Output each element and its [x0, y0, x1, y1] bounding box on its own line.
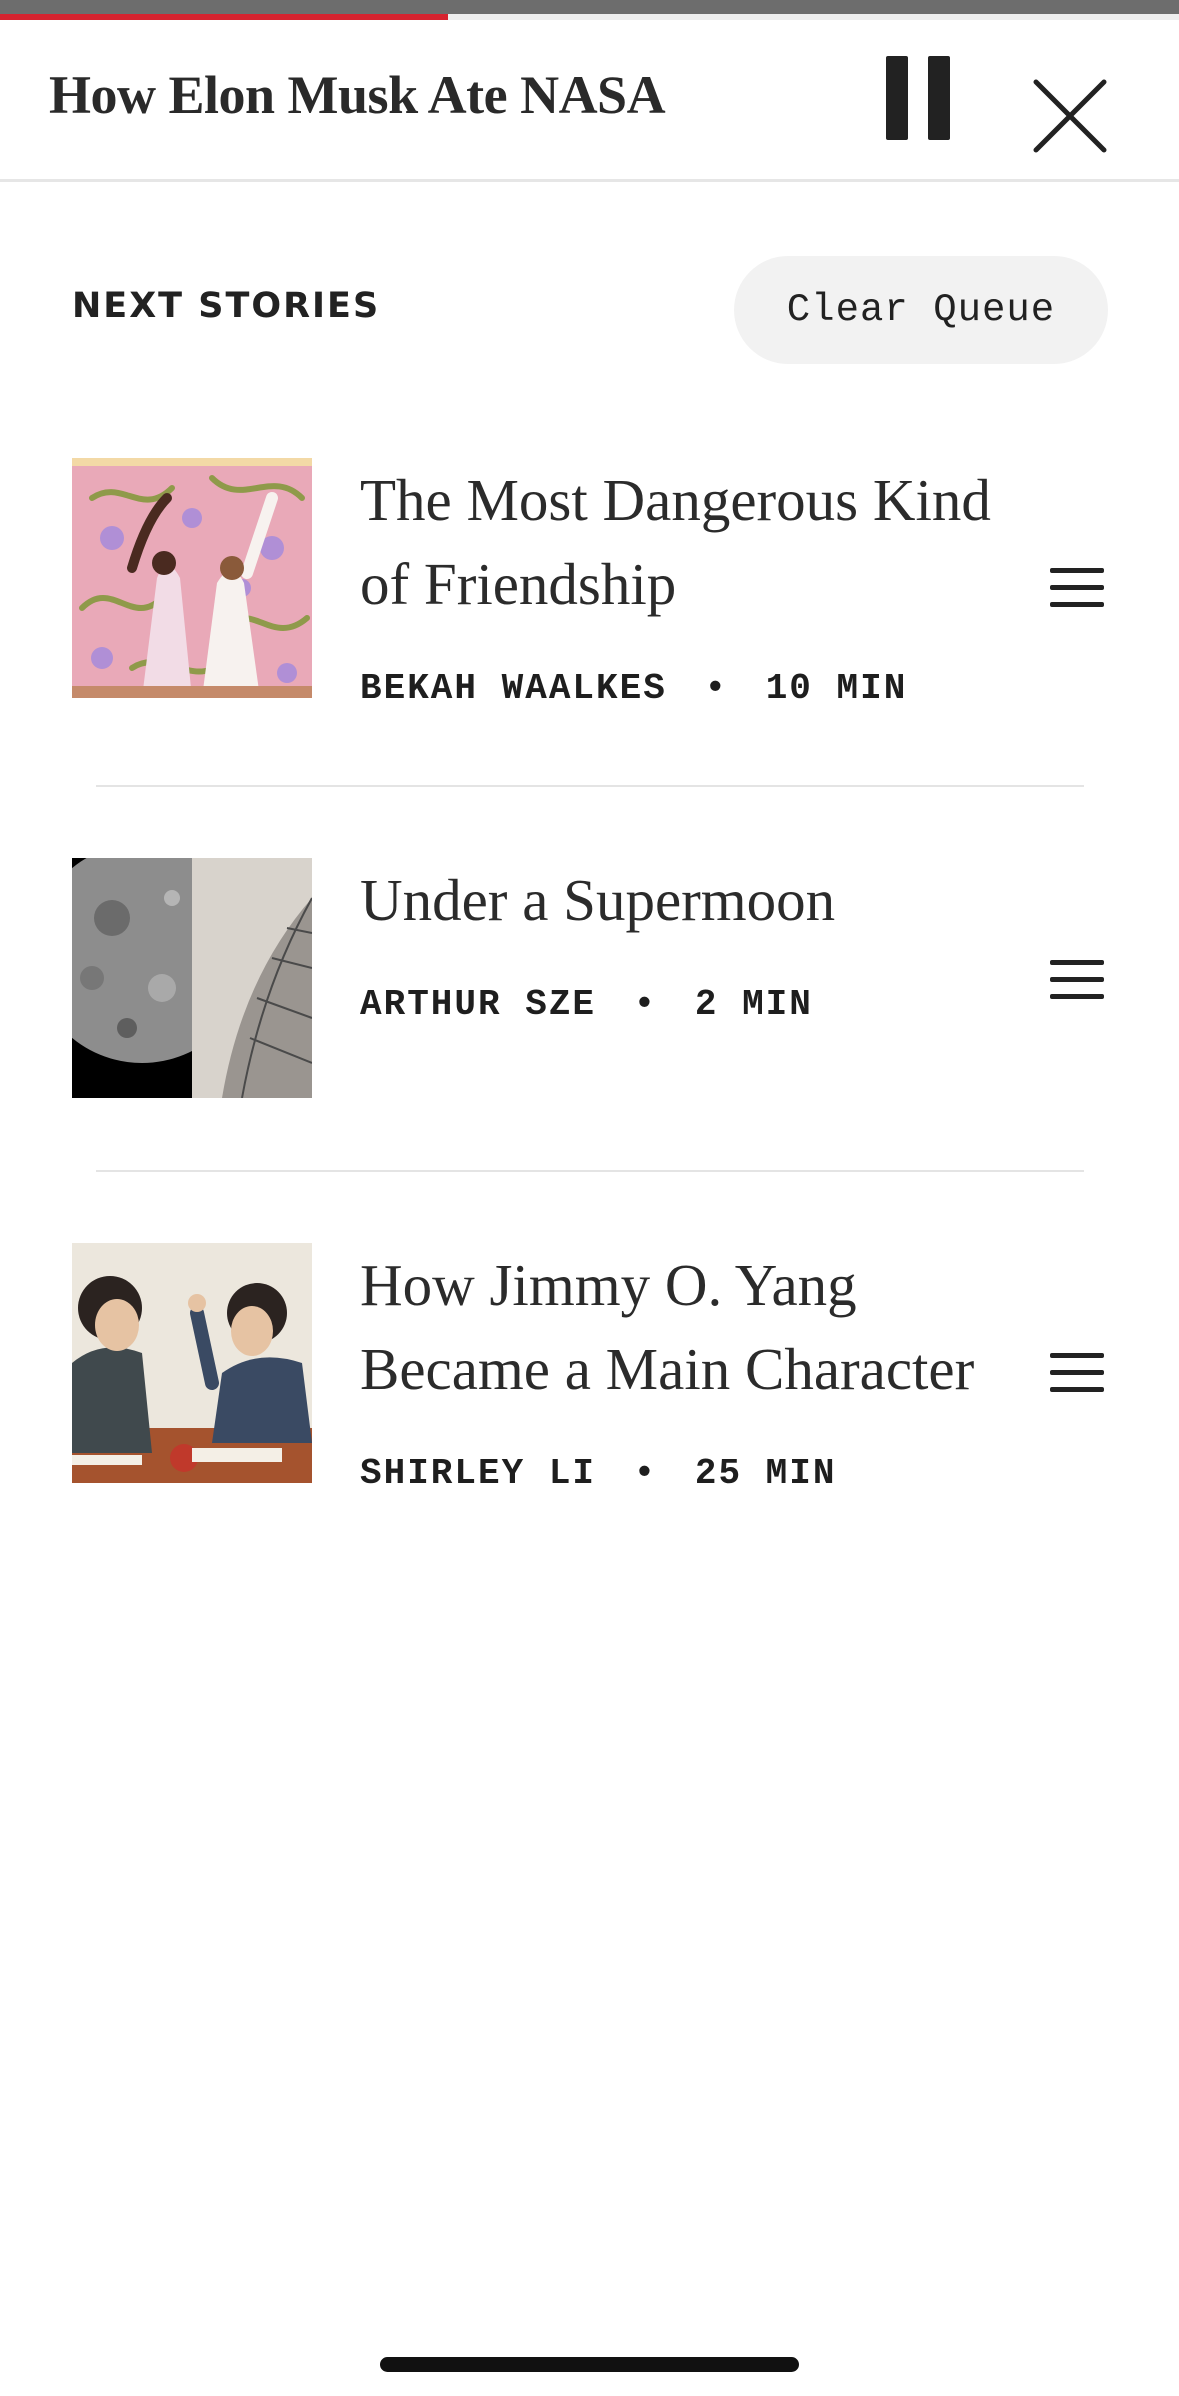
- drag-handle-icon[interactable]: [1050, 568, 1104, 608]
- queue-item[interactable]: Under a Supermoon ARTHUR SZE • 2 MIN: [0, 858, 1179, 1098]
- queue-heading: NEXT STORIES: [72, 286, 381, 326]
- story-title: How Jimmy O. Yang Became a Main Characte…: [360, 1252, 975, 1402]
- now-playing-bar: How Elon Musk Ate NASA: [0, 20, 1179, 182]
- story-meta: ARTHUR SZE • 2 MIN: [360, 984, 813, 1025]
- meta-separator: •: [633, 1453, 658, 1494]
- close-button[interactable]: [1030, 76, 1110, 156]
- story-duration: 2 MIN: [694, 984, 813, 1025]
- story-duration: 10 MIN: [765, 668, 908, 709]
- story-meta: SHIRLEY LI • 25 MIN: [360, 1453, 837, 1494]
- story-thumbnail: [72, 1243, 312, 1483]
- story-author: BEKAH WAALKES: [360, 668, 667, 709]
- list-divider: [96, 785, 1084, 787]
- story-author: SHIRLEY LI: [360, 1453, 597, 1494]
- pause-button[interactable]: [886, 56, 950, 140]
- close-icon: [1033, 79, 1107, 153]
- list-divider: [96, 1170, 1084, 1172]
- audio-progress-track[interactable]: [0, 0, 1179, 20]
- pause-icon: [886, 56, 908, 140]
- meta-separator: •: [704, 668, 729, 709]
- queue-item[interactable]: The Most Dangerous Kind of Friendship BE…: [0, 458, 1179, 758]
- story-thumbnail: [72, 458, 312, 698]
- story-title: The Most Dangerous Kind of Friendship: [360, 467, 991, 617]
- queue-item[interactable]: How Jimmy O. Yang Became a Main Characte…: [0, 1243, 1179, 1543]
- now-playing-title: How Elon Musk Ate NASA: [49, 65, 666, 125]
- story-title: Under a Supermoon: [360, 867, 836, 933]
- story-author: ARTHUR SZE: [360, 984, 597, 1025]
- drag-handle-icon[interactable]: [1050, 1353, 1104, 1393]
- home-indicator[interactable]: [380, 2357, 799, 2372]
- story-meta: BEKAH WAALKES • 10 MIN: [360, 668, 907, 709]
- meta-separator: •: [633, 984, 658, 1025]
- clear-queue-button[interactable]: Clear Queue: [734, 256, 1108, 364]
- queue-header: NEXT STORIES Clear Queue: [72, 256, 1108, 366]
- story-duration: 25 MIN: [694, 1453, 837, 1494]
- drag-handle-icon[interactable]: [1050, 960, 1104, 1000]
- story-thumbnail: [72, 858, 312, 1098]
